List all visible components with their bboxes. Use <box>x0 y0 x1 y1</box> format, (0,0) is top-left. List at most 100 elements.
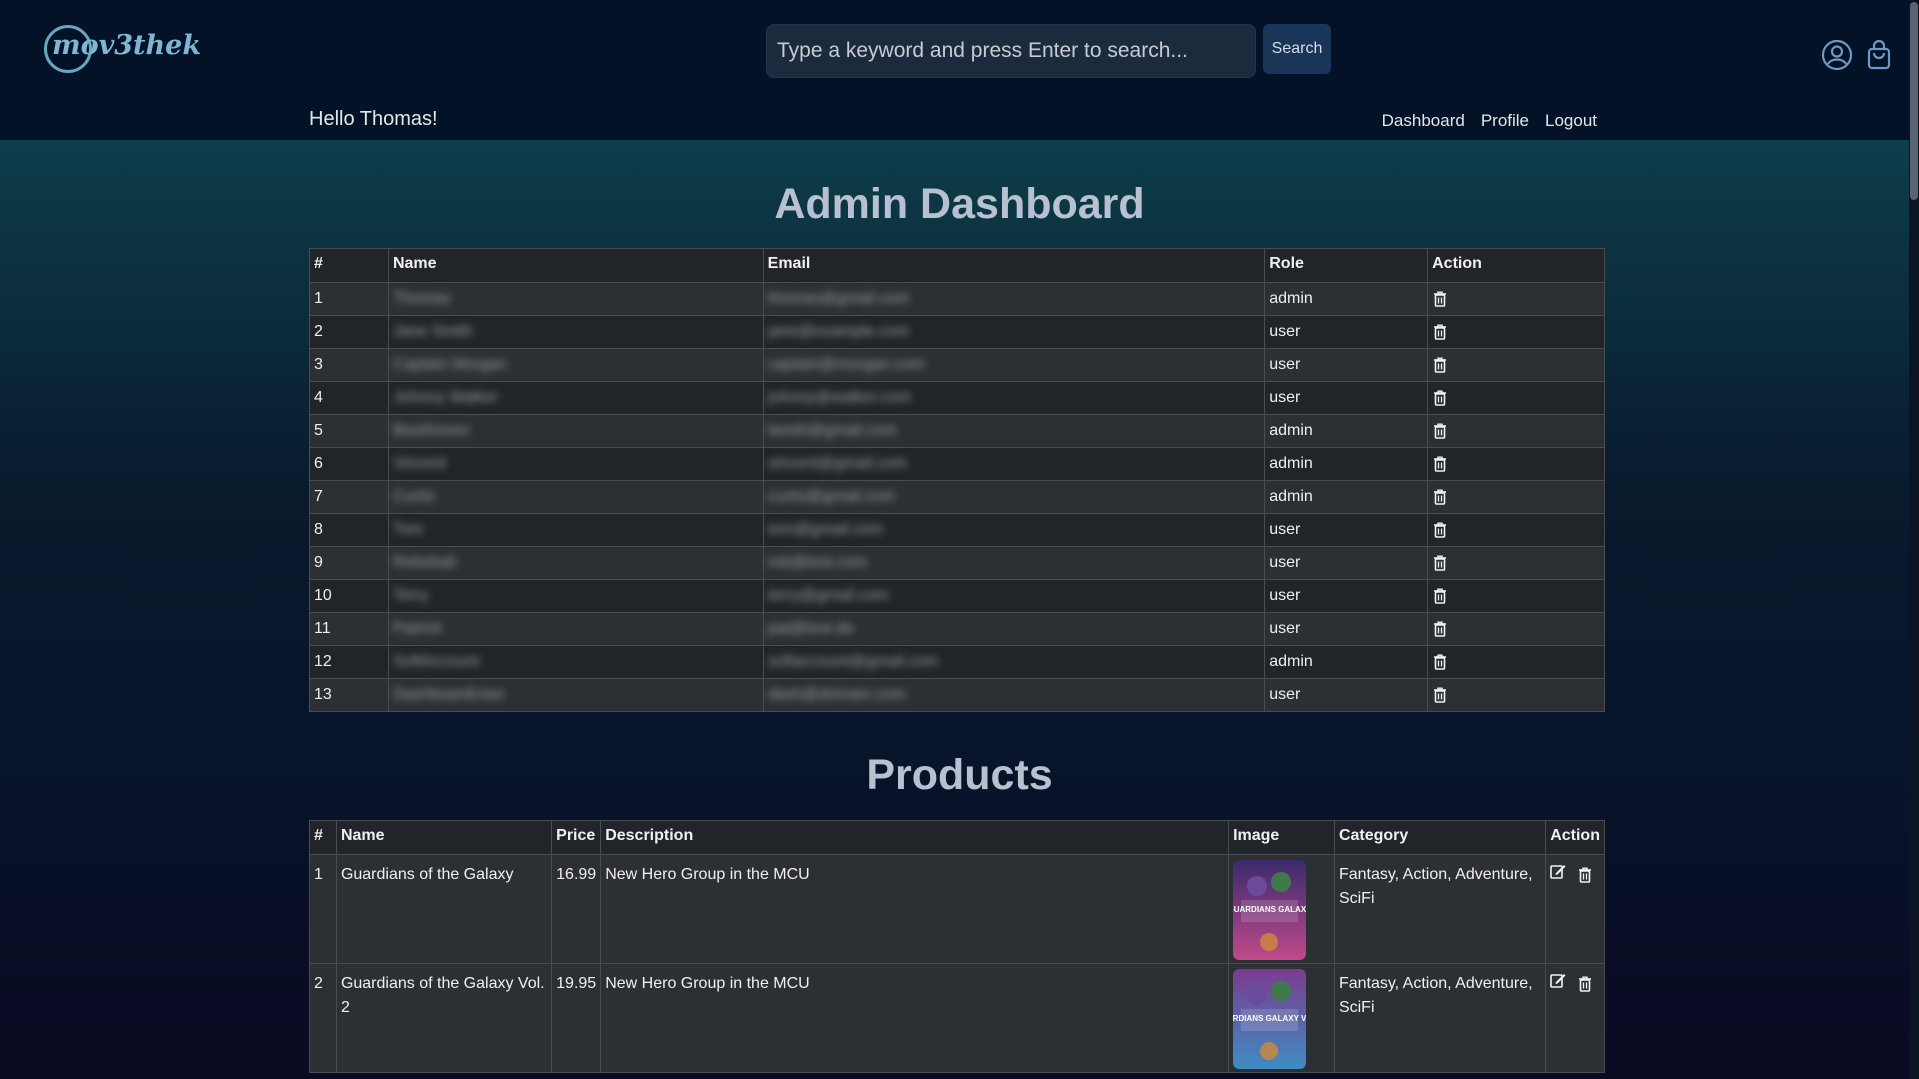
product-category: Fantasy, Action, Adventure, SciFi <box>1333 963 1547 1073</box>
user-row: 10 Terry terry@gmail.com user <box>309 579 1605 613</box>
user-number: 11 <box>309 612 389 646</box>
product-category: Fantasy, Action, Adventure, SciFi <box>1333 854 1547 964</box>
user-email: reb@test.com <box>762 546 1266 580</box>
product-number: 2 <box>309 963 337 1073</box>
user-row: 11 Patrick pat@test.de user <box>309 612 1605 646</box>
user-role: user <box>1264 513 1429 547</box>
user-email: curtis@gmail.com <box>762 480 1266 514</box>
product-number: 1 <box>309 854 337 964</box>
trash-icon[interactable] <box>1432 422 1447 439</box>
user-number: 5 <box>309 414 389 448</box>
svg-text:GUARDIANS GALAXY: GUARDIANS GALAXY <box>1233 905 1306 914</box>
user-action <box>1427 678 1605 712</box>
trash-icon[interactable] <box>1432 587 1447 604</box>
search-button[interactable]: Search <box>1263 24 1331 74</box>
user-number: 12 <box>309 645 389 679</box>
trash-icon[interactable] <box>1432 488 1447 505</box>
nav-dashboard[interactable]: Dashboard <box>1382 111 1465 131</box>
product-price: 16.99 <box>551 854 602 964</box>
user-role: user <box>1264 678 1429 712</box>
user-row: 9 Rebekah reb@test.com user <box>309 546 1605 580</box>
product-description: New Hero Group in the MCU <box>600 963 1230 1073</box>
users-table: # Name Email Role Action 1 Thomas thomas@g… <box>309 248 1605 712</box>
logo-text: mov3thek <box>52 30 202 61</box>
logo[interactable]: mov3thek <box>44 22 201 76</box>
product-image-cell: GUARDIANS GALAXY <box>1228 854 1335 964</box>
trash-icon[interactable] <box>1432 521 1447 538</box>
product-poster: GUARDIANS GALAXY VOL.2 <box>1233 969 1307 1069</box>
trash-icon[interactable] <box>1576 972 1593 996</box>
user-name: Curtis <box>387 480 764 514</box>
user-name: Vincent <box>387 447 764 481</box>
trash-icon[interactable] <box>1432 653 1447 670</box>
admin-dashboard-title: Admin Dashboard <box>774 180 1145 228</box>
page-scrollbar[interactable] <box>1909 0 1919 1079</box>
user-number: 8 <box>309 513 389 547</box>
user-name: SoftAccount <box>387 645 764 679</box>
svg-text:GUARDIANS GALAXY VOL.2: GUARDIANS GALAXY VOL.2 <box>1233 1014 1306 1023</box>
user-name: Rebekah <box>387 546 764 580</box>
col-header-action: Action <box>1427 248 1605 283</box>
trash-icon[interactable] <box>1432 554 1447 571</box>
col-header-email: Email <box>762 248 1266 283</box>
user-number: 6 <box>309 447 389 481</box>
product-row: 2 Guardians of the Galaxy Vol. 2 19.95 New … <box>309 963 1605 1073</box>
search-input[interactable] <box>766 24 1256 78</box>
trash-icon[interactable] <box>1432 686 1447 703</box>
col-header-name: Name <box>335 820 553 855</box>
user-row: 1 Thomas thomas@gmail.com admin <box>309 282 1605 316</box>
user-role: user <box>1264 381 1429 415</box>
user-email: captain@morgan.com <box>762 348 1266 382</box>
trash-icon[interactable] <box>1432 290 1447 307</box>
user-email: dash@domain.com <box>762 678 1266 712</box>
user-row: 12 SoftAccount softaccount@gmail.com admin <box>309 645 1605 679</box>
product-price: 19.95 <box>551 963 602 1073</box>
top-header: mov3thek Search Hello Thomas! Dashboard … <box>0 0 1919 140</box>
user-action <box>1427 612 1605 646</box>
user-action <box>1427 414 1605 448</box>
edit-icon[interactable] <box>1550 863 1566 887</box>
product-action <box>1545 963 1605 1073</box>
user-email: johnny@walker.com <box>762 381 1266 415</box>
user-name: Thomas <box>387 282 764 316</box>
edit-icon[interactable] <box>1550 972 1566 996</box>
shopping-bag-icon[interactable] <box>1862 38 1896 72</box>
trash-icon[interactable] <box>1432 389 1447 406</box>
trash-icon[interactable] <box>1576 863 1593 887</box>
products-title: Products <box>866 751 1053 799</box>
trash-icon[interactable] <box>1432 455 1447 472</box>
product-poster: GUARDIANS GALAXY <box>1233 860 1307 960</box>
col-header-role: Role <box>1264 248 1429 283</box>
nav-profile[interactable]: Profile <box>1481 111 1529 131</box>
user-role: user <box>1264 348 1429 382</box>
user-email: beeth@gmail.com <box>762 414 1266 448</box>
col-header-number: # <box>309 248 389 283</box>
user-row: 5 Beethoven beeth@gmail.com admin <box>309 414 1605 448</box>
user-row: 8 Tom tom@gmail.com user <box>309 513 1605 547</box>
user-number: 7 <box>309 480 389 514</box>
product-row: 1 Guardians of the Galaxy 16.99 New Hero Gr… <box>309 854 1605 964</box>
user-email: softaccount@gmail.com <box>762 645 1266 679</box>
scrollbar-thumb[interactable] <box>1910 2 1918 200</box>
user-email: thomas@gmail.com <box>762 282 1266 316</box>
nav-logout[interactable]: Logout <box>1545 111 1597 131</box>
user-row: 6 Vincent vincent@gmail.com admin <box>309 447 1605 481</box>
user-role: admin <box>1264 480 1429 514</box>
user-action <box>1427 447 1605 481</box>
user-row: 2 Jane Smith jane@example.com user <box>309 315 1605 349</box>
user-email: jane@example.com <box>762 315 1266 349</box>
product-description: New Hero Group in the MCU <box>600 854 1230 964</box>
user-row: 13 DashboardUser dash@domain.com user <box>309 678 1605 712</box>
user-number: 1 <box>309 282 389 316</box>
trash-icon[interactable] <box>1432 620 1447 637</box>
trash-icon[interactable] <box>1432 356 1447 373</box>
trash-icon[interactable] <box>1432 323 1447 340</box>
product-name: Guardians of the Galaxy <box>335 854 553 964</box>
user-number: 13 <box>309 678 389 712</box>
greeting-text: Hello Thomas! <box>309 108 438 130</box>
user-row: 4 Johnny Walker johnny@walker.com user <box>309 381 1605 415</box>
user-action <box>1427 282 1605 316</box>
user-icon[interactable] <box>1820 38 1854 72</box>
top-nav: Dashboard Profile Logout <box>1382 111 1597 131</box>
col-header-action: Action <box>1545 820 1605 855</box>
